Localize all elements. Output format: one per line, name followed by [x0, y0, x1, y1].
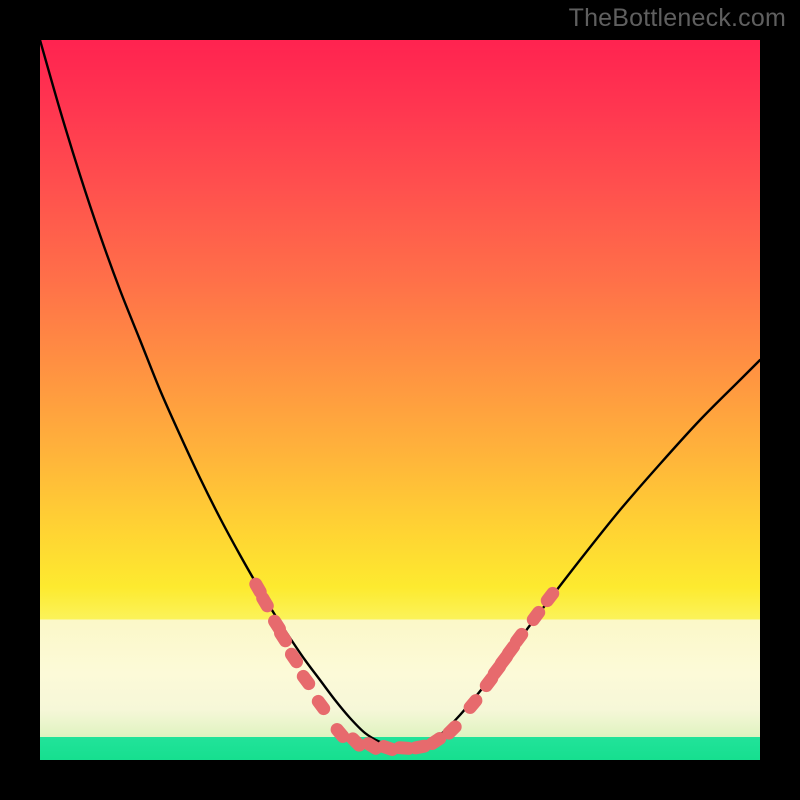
- highlight-dots-group: [247, 575, 562, 757]
- curve-layer: [40, 40, 760, 760]
- highlight-dot: [282, 645, 305, 671]
- chart-frame: TheBottleneck.com: [0, 0, 800, 800]
- plot-area: [40, 40, 760, 760]
- highlight-dot: [309, 692, 333, 717]
- watermark-text: TheBottleneck.com: [569, 4, 786, 33]
- highlight-dot: [461, 691, 485, 716]
- bottleneck-curve: [40, 40, 760, 748]
